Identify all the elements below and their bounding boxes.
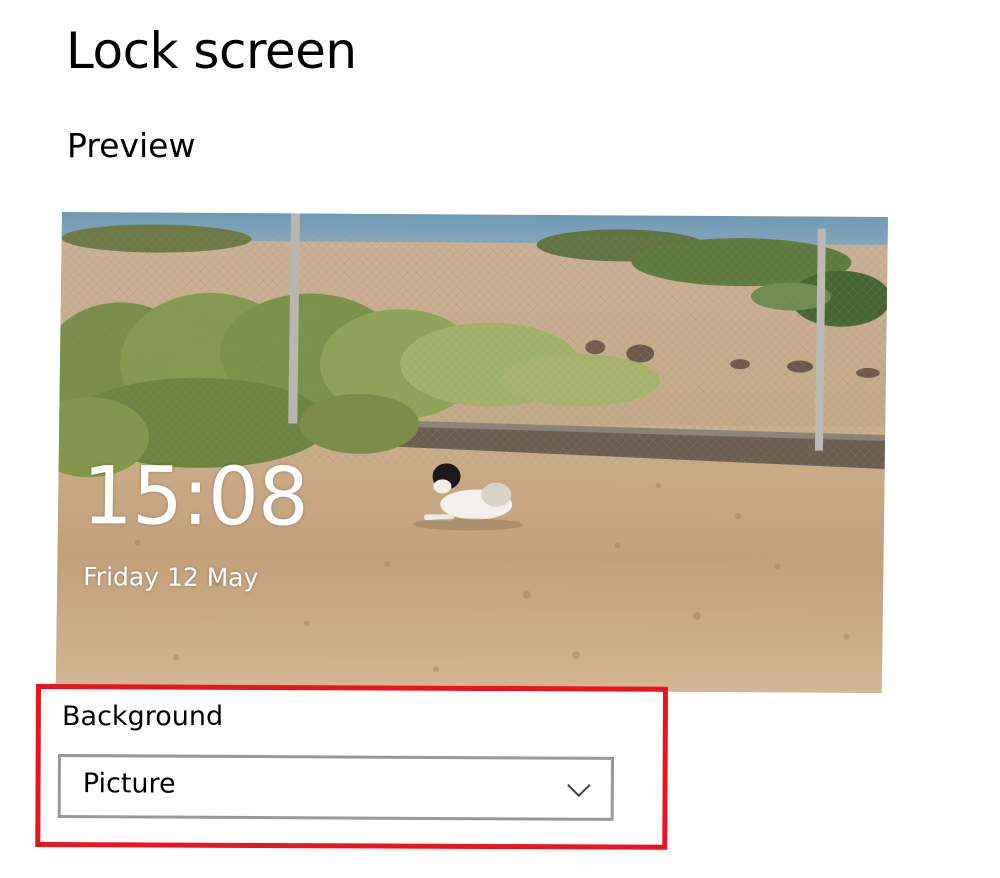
background-dropdown-value: Picture (82, 768, 176, 800)
background-dropdown[interactable]: Picture (57, 754, 614, 821)
lock-screen-preview: 15:08 Friday 12 May (55, 212, 888, 694)
lock-screen-time: 15:08 (81, 449, 309, 544)
background-label: Background (62, 701, 224, 732)
preview-heading: Preview (67, 126, 196, 165)
chevron-down-icon (567, 783, 591, 798)
lock-screen-date: Friday 12 May (83, 562, 259, 593)
page-title: Lock screen (66, 22, 357, 80)
